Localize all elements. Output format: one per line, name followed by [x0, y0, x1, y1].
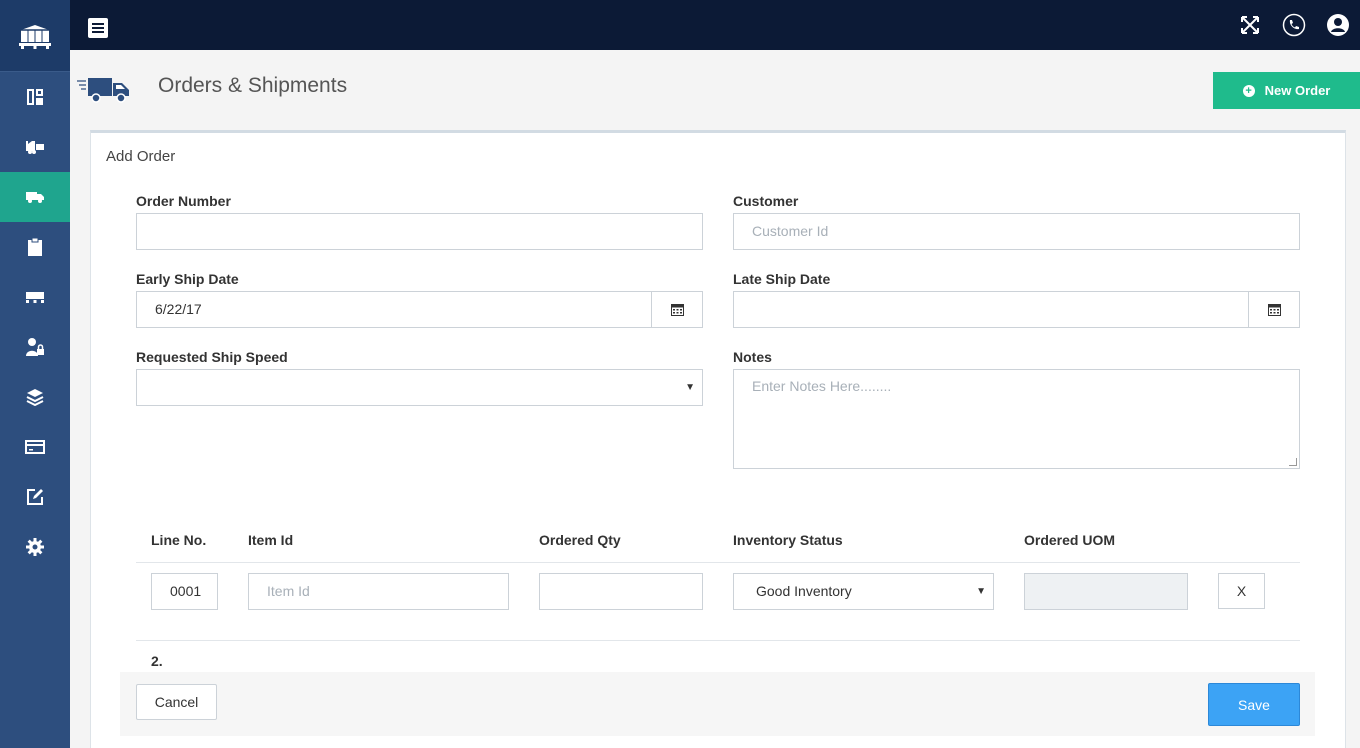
- credit-card-icon: [25, 440, 45, 454]
- requested-ship-speed-label: Requested Ship Speed: [136, 349, 288, 365]
- customer-input[interactable]: Customer Id: [733, 213, 1300, 250]
- item-id-input[interactable]: Item Id: [248, 573, 509, 610]
- order-number-label: Order Number: [136, 193, 231, 209]
- notes-label: Notes: [733, 349, 772, 365]
- notes-placeholder: Enter Notes Here........: [752, 378, 892, 394]
- dashboard-icon: [27, 89, 43, 105]
- table-row-divider: [136, 640, 1300, 641]
- sidebar-item-reports[interactable]: [0, 472, 70, 522]
- chevron-down-icon: ▼: [976, 586, 986, 597]
- early-ship-date-label: Early Ship Date: [136, 271, 239, 287]
- sidebar-item-billing[interactable]: [0, 422, 70, 472]
- page-title: Orders & Shipments: [158, 74, 348, 97]
- truck-icon: [26, 192, 44, 203]
- sidebar-item-users[interactable]: [0, 322, 70, 372]
- panel-title: Add Order: [106, 148, 176, 165]
- calendar-icon: [670, 304, 684, 316]
- sidebar-item-settings[interactable]: [0, 522, 70, 572]
- clipboard-icon: [28, 237, 42, 256]
- ordered-uom-field: [1024, 573, 1188, 610]
- phone-button[interactable]: [1272, 0, 1316, 50]
- forklift-icon: [26, 141, 44, 154]
- late-ship-date-calendar-button[interactable]: [1248, 291, 1300, 328]
- early-ship-date-input[interactable]: 6/22/17: [136, 291, 652, 328]
- late-ship-date-label: Late Ship Date: [733, 271, 831, 287]
- menu-toggle-button[interactable]: [88, 18, 108, 38]
- user-lock-icon: [26, 338, 44, 356]
- cancel-button[interactable]: Cancel: [136, 684, 217, 720]
- notes-textarea[interactable]: Enter Notes Here........: [733, 369, 1300, 469]
- gear-icon: [26, 538, 44, 556]
- column-header-inventory-status: Inventory Status: [733, 532, 843, 548]
- phone-icon: [1282, 13, 1306, 37]
- late-ship-date-input[interactable]: [733, 291, 1249, 328]
- early-ship-date-calendar-button[interactable]: [651, 291, 703, 328]
- ordered-qty-input[interactable]: [539, 573, 703, 610]
- warehouse-logo-icon: [19, 24, 51, 49]
- top-bar: [70, 0, 1360, 50]
- plus-circle-icon: +: [1242, 84, 1255, 97]
- fullscreen-button[interactable]: [1228, 0, 1272, 50]
- layers-icon: [26, 389, 44, 406]
- next-line-number: 2.: [151, 653, 163, 669]
- resize-handle[interactable]: [1289, 458, 1297, 466]
- remove-line-button[interactable]: X: [1218, 573, 1265, 609]
- column-header-ordered-uom: Ordered UOM: [1024, 532, 1116, 548]
- user-profile-button[interactable]: [1316, 0, 1360, 50]
- sidebar-item-dashboard[interactable]: [0, 72, 70, 122]
- save-button[interactable]: Save: [1208, 683, 1300, 726]
- user-icon: [1327, 14, 1349, 36]
- chevron-down-icon: ▼: [685, 382, 695, 393]
- app-logo[interactable]: [0, 0, 70, 72]
- order-number-input[interactable]: [136, 213, 703, 250]
- requested-ship-speed-select[interactable]: ▼: [136, 369, 703, 406]
- calendar-icon: [1267, 304, 1281, 316]
- new-order-button[interactable]: + New Order: [1213, 72, 1360, 109]
- edit-icon: [27, 489, 43, 505]
- form-footer: Cancel Save: [120, 672, 1315, 736]
- inventory-status-select[interactable]: Good Inventory ▼: [733, 573, 994, 610]
- sidebar-item-tasks[interactable]: [0, 222, 70, 272]
- column-header-ordered-qty: Ordered Qty: [539, 532, 621, 548]
- table-header-divider: [136, 562, 1300, 563]
- sidebar-item-orders[interactable]: [0, 172, 70, 222]
- new-order-label: New Order: [1264, 83, 1331, 98]
- pallet-icon: [26, 292, 44, 303]
- fullscreen-icon: [1241, 16, 1259, 34]
- sidebar: [0, 0, 70, 748]
- delivery-truck-icon: [77, 78, 129, 103]
- sidebar-item-inventory[interactable]: [0, 372, 70, 422]
- column-header-item-id: Item Id: [248, 532, 294, 548]
- page-truck-icon: [76, 74, 132, 107]
- inventory-status-value: Good Inventory: [756, 583, 852, 599]
- line-number-input[interactable]: 0001: [151, 573, 218, 610]
- sidebar-item-receiving[interactable]: [0, 122, 70, 172]
- sidebar-item-storage[interactable]: [0, 272, 70, 322]
- customer-label: Customer: [733, 193, 799, 209]
- column-header-line-no: Line No.: [151, 532, 207, 548]
